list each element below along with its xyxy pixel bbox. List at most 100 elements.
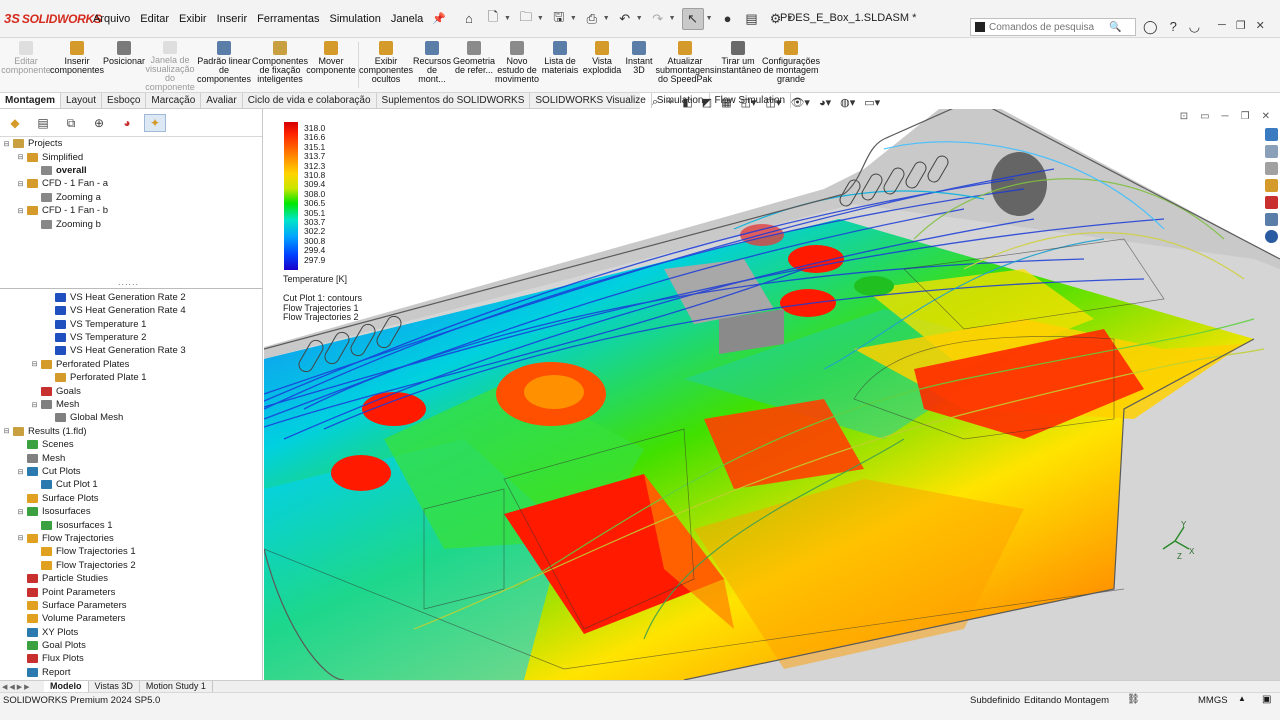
configuration-manager-icon[interactable]: ⧉	[60, 114, 82, 132]
tree-toggle-icon[interactable]: ⊟	[16, 468, 25, 476]
tree-node[interactable]: Global Mesh	[2, 411, 262, 424]
tree-node[interactable]: VS Heat Generation Rate 2	[2, 291, 262, 304]
zoom-area-icon[interactable]: ⌖	[667, 96, 673, 109]
tab-avaliar[interactable]: Avaliar	[201, 93, 243, 108]
featuremanager-tree-icon[interactable]: ◆	[4, 114, 26, 132]
unit-system[interactable]: MMGS	[1198, 695, 1228, 706]
tree-node[interactable]: Flux Plots	[2, 652, 262, 665]
tab-esboco[interactable]: Esboço	[102, 93, 147, 108]
mover-componente-button[interactable]: Mover componente	[306, 38, 356, 92]
tab-montagem[interactable]: Montagem	[0, 93, 61, 108]
flow-simulation-tree-icon[interactable]: ✦	[144, 114, 166, 132]
minimize-icon[interactable]: ─	[1218, 19, 1226, 32]
previous-view-icon[interactable]: ◧	[682, 96, 692, 109]
tree-toggle-icon[interactable]: ⊟	[2, 140, 11, 148]
new-document-icon[interactable]: 🗋	[484, 9, 502, 28]
menu-simulation[interactable]: Simulation	[324, 13, 385, 25]
tree-node[interactable]: Volume Parameters	[2, 612, 262, 625]
design-library-icon[interactable]	[1264, 145, 1278, 158]
componentes-fixacao-button[interactable]: Componentes de fixação inteligentes	[252, 38, 308, 92]
chevron-down-icon[interactable]: ▼	[570, 15, 577, 22]
tree-toggle-icon[interactable]: ⊟	[16, 508, 25, 516]
tree-node[interactable]: Scenes	[2, 438, 262, 451]
dynamic-annotation-icon[interactable]: ▦	[721, 96, 731, 109]
tree-node[interactable]: Cut Plot 1	[2, 478, 262, 491]
search-icon[interactable]: 🔍	[1109, 22, 1121, 33]
tree-toggle-icon[interactable]: ⊟	[16, 180, 25, 188]
tree-node[interactable]: ⊟ Mesh	[2, 398, 262, 411]
tree-node[interactable]: ⊟ Perforated Plates	[2, 358, 262, 371]
chevron-down-icon[interactable]: ▼	[603, 15, 610, 22]
editar-componente-button[interactable]: Editar componente	[0, 38, 52, 92]
viewport-tile-icon[interactable]: ▭	[1200, 111, 1209, 122]
tree-node[interactable]: ⊟ Simplified	[2, 150, 262, 163]
print-icon[interactable]: ⎙	[583, 10, 601, 28]
tree-node[interactable]: Perforated Plate 1	[2, 371, 262, 384]
menu-ferramentas[interactable]: Ferramentas	[252, 13, 324, 25]
tree-node[interactable]: Surface Parameters	[2, 599, 262, 612]
atualizar-speedpak-button[interactable]: Atualizar submontagens do SpeedPak	[655, 38, 715, 92]
appearances-icon[interactable]	[1264, 196, 1278, 209]
save-icon[interactable]: 🖫	[550, 9, 568, 28]
view-settings-icon[interactable]: ▭▾	[864, 96, 880, 109]
tab-modelo[interactable]: Modelo	[44, 680, 89, 693]
file-explorer-icon[interactable]	[1264, 162, 1278, 175]
tree-node[interactable]: Particle Studies	[2, 572, 262, 585]
tree-node[interactable]: Goals	[2, 384, 262, 397]
graphics-area[interactable]: Y X Z ⊡ ▭ ─ ❐ ✕ 318.0 316.6 315.1 313.7 312.…	[264, 109, 1280, 680]
tab-vistas-3d[interactable]: Vistas 3D	[89, 680, 140, 693]
tree-node[interactable]: ⊟ Results (1.fld)	[2, 425, 262, 438]
user-account-icon[interactable]: ◯	[1143, 19, 1158, 35]
tab-visualize[interactable]: SOLIDWORKS Visualize	[530, 93, 652, 108]
viewport-restore-icon[interactable]: ❐	[1241, 111, 1250, 122]
menu-editar[interactable]: Editar	[135, 13, 174, 25]
menu-janela[interactable]: Janela	[386, 13, 428, 25]
tree-node[interactable]: Zooming a	[2, 191, 262, 204]
display-manager-icon[interactable]: ◕	[116, 114, 138, 132]
edit-appearance-icon[interactable]: ◕▾	[819, 96, 831, 109]
padrao-linear-button[interactable]: Padrão linear de componentes	[194, 38, 254, 92]
section-view-icon[interactable]: ◩	[702, 96, 712, 109]
tree-toggle-icon[interactable]: ⊟	[30, 401, 39, 409]
pin-icon[interactable]: 📌	[432, 12, 446, 25]
novo-estudo-movimento-button[interactable]: Novo estudo de movimento	[495, 38, 539, 92]
tree-node[interactable]: Mesh	[2, 451, 262, 464]
tree-node[interactable]: Isosurfaces 1	[2, 518, 262, 531]
vista-explodida-button[interactable]: Vista explodida	[581, 38, 623, 92]
search-input[interactable]	[989, 21, 1109, 33]
recursos-montagem-button[interactable]: Recursos de mont...	[411, 38, 453, 92]
custom-properties-icon[interactable]	[1264, 213, 1278, 226]
inserir-componentes-button[interactable]: Inserir componentes	[50, 38, 104, 92]
tab-motion-study-1[interactable]: Motion Study 1	[140, 680, 213, 693]
tree-node[interactable]: VS Temperature 2	[2, 331, 262, 344]
chevron-down-icon[interactable]: ▼	[504, 15, 511, 22]
instant-3d-button[interactable]: Instant 3D	[623, 38, 655, 92]
3dexperience-icon[interactable]	[1264, 230, 1278, 243]
posicionar-button[interactable]: Posicionar	[102, 38, 146, 92]
tree-node[interactable]: Report	[2, 666, 262, 679]
select-cursor-icon[interactable]: ↖	[681, 7, 704, 30]
apply-scene-icon[interactable]: ◍▾	[840, 96, 855, 109]
menu-arquivo[interactable]: Arquivo	[88, 13, 135, 25]
menu-inserir[interactable]: Inserir	[212, 13, 253, 25]
units-chevron-icon[interactable]: ▲	[1238, 694, 1246, 703]
tab-ciclo-vida[interactable]: Ciclo de vida e colaboração	[243, 93, 377, 108]
account-menu-icon[interactable]: ◡	[1189, 19, 1200, 35]
chevron-down-icon[interactable]: ▼	[669, 15, 676, 22]
tree-node[interactable]: VS Temperature 1	[2, 318, 262, 331]
chevron-down-icon[interactable]: ▼	[537, 15, 544, 22]
lista-materiais-button[interactable]: Lista de materiais	[539, 38, 581, 92]
tree-node[interactable]: Zooming b	[2, 217, 262, 230]
viewport-split-icon[interactable]: ⊡	[1180, 111, 1188, 122]
menu-exibir[interactable]: Exibir	[174, 13, 212, 25]
command-search-box[interactable]: 🔍	[970, 18, 1136, 36]
tree-toggle-icon[interactable]: ⊟	[30, 360, 39, 368]
redo-icon[interactable]: ↷	[649, 10, 667, 28]
tree-node[interactable]: ⊟ CFD - 1 Fan - a	[2, 177, 262, 190]
tab-marcacao[interactable]: Marcação	[146, 93, 202, 108]
display-style-icon[interactable]: ◫▾	[766, 96, 782, 109]
undo-icon[interactable]: ↶	[616, 10, 634, 28]
tree-node[interactable]: VS Heat Generation Rate 3	[2, 344, 262, 357]
tab-navigation-arrows-icon[interactable]: ◀◀▶▶	[0, 683, 44, 691]
tree-toggle-icon[interactable]: ⊟	[16, 153, 25, 161]
